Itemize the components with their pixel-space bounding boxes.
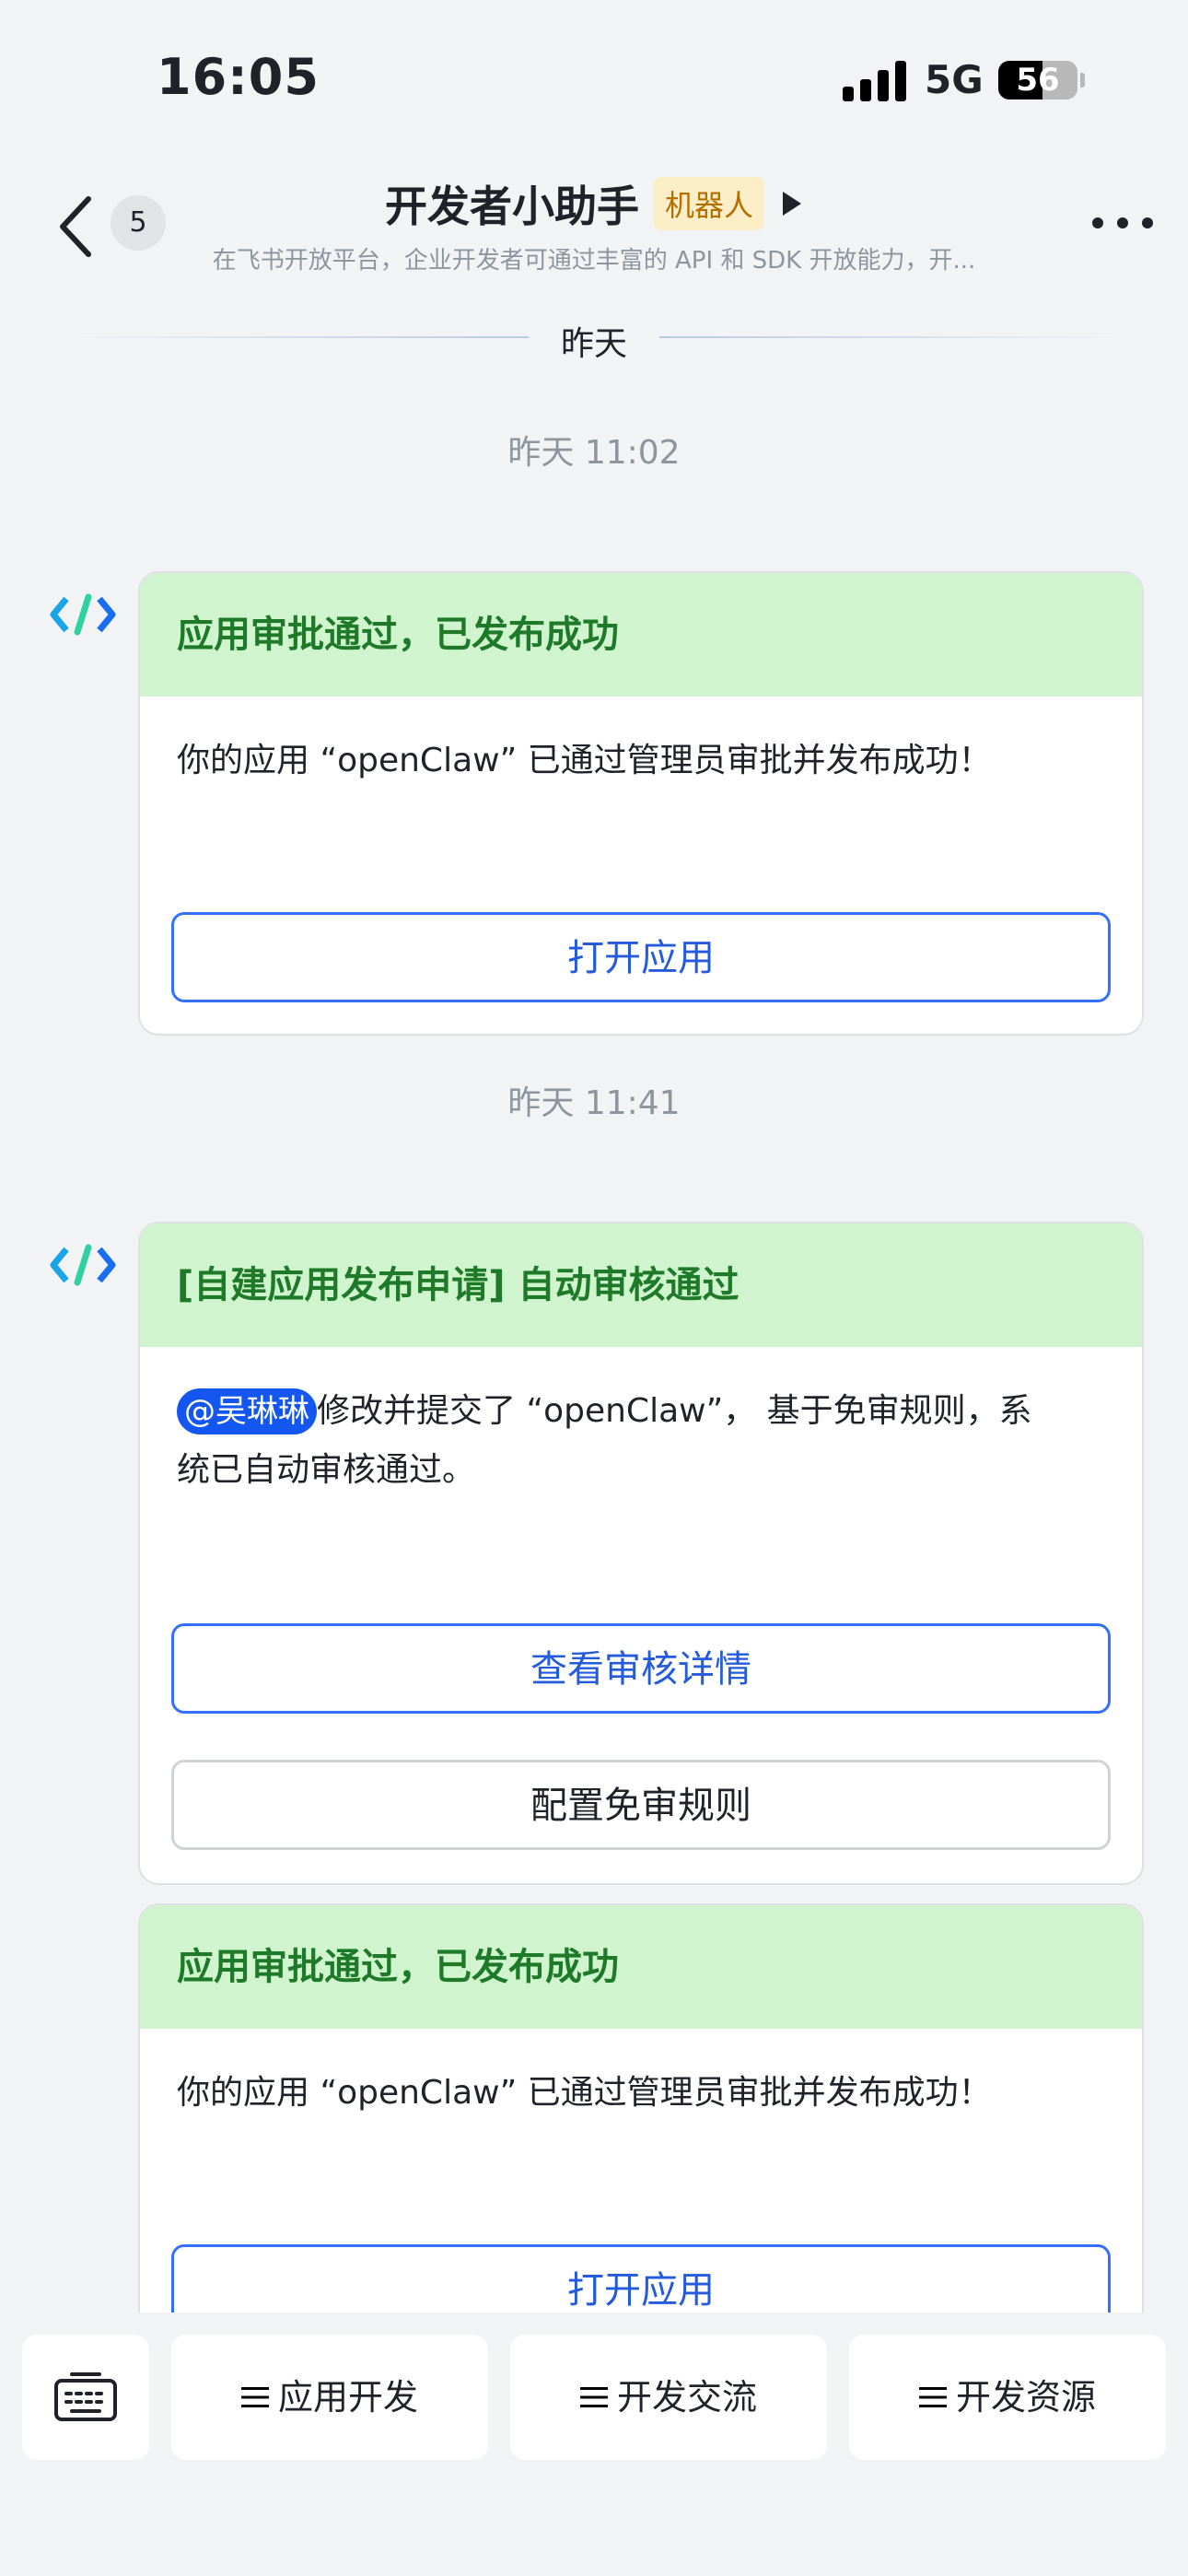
card-body: 你的应用 “openClaw” 已通过管理员审批并发布成功！ bbox=[177, 2074, 992, 2112]
bot-avatar-icon[interactable] bbox=[50, 591, 116, 638]
menu-list-icon bbox=[579, 2386, 608, 2407]
message-card: [自建应用发布申请] 自动审核通过 @吴琳琳 修改并提交了 “openClaw”，… bbox=[138, 1222, 1144, 1885]
card-body: @吴琳琳 修改并提交了 “openClaw”， 基于免审规则，系 统已自动审核通过… bbox=[140, 1347, 1142, 1500]
more-dots-icon bbox=[1092, 217, 1153, 228]
message-timestamp: 昨天 11:41 bbox=[507, 1084, 681, 1122]
title-row[interactable]: 开发者小助手 机器人 bbox=[0, 173, 1188, 234]
cellular-signal-icon bbox=[843, 59, 907, 101]
menu-item-label: 应用开发 bbox=[277, 2377, 418, 2418]
day-divider: 昨天 bbox=[55, 313, 1133, 363]
play-icon bbox=[783, 192, 801, 216]
menu-list-icon bbox=[240, 2386, 269, 2407]
menu-item-dev-community[interactable]: 开发交流 bbox=[510, 2335, 827, 2460]
card-body-line1: 修改并提交了 “openClaw”， 基于免审规则，系 bbox=[317, 1392, 1032, 1430]
open-app-button[interactable]: 打开应用 bbox=[171, 912, 1111, 1002]
card-body: 你的应用 “openClaw” 已通过管理员审批并发布成功！ bbox=[177, 742, 992, 779]
status-time: 16:05 bbox=[157, 48, 320, 106]
view-review-details-button[interactable]: 查看审核详情 bbox=[171, 1623, 1111, 1714]
more-button[interactable] bbox=[1090, 214, 1155, 232]
menu-item-app-development[interactable]: 应用开发 bbox=[171, 2335, 488, 2460]
battery-tip bbox=[1080, 73, 1085, 88]
card-title: 应用审批通过，已发布成功 bbox=[140, 1905, 1142, 2029]
card-body-line2: 统已自动审核通过。 bbox=[177, 1451, 476, 1489]
message-card: 应用审批通过，已发布成功 你的应用 “openClaw” 已通过管理员审批并发布… bbox=[138, 1903, 1144, 2313]
menu-item-dev-resources[interactable]: 开发资源 bbox=[849, 2335, 1166, 2460]
status-bar: 16:05 5G 56 bbox=[0, 0, 1188, 157]
chat-header: 5 开发者小助手 机器人 在飞书开放平台，企业开发者可通过丰富的 API 和 SD… bbox=[0, 157, 1188, 304]
menu-item-label: 开发交流 bbox=[616, 2377, 757, 2418]
bottom-menu-bar: 应用开发 开发交流 开发资源 bbox=[0, 2313, 1188, 2576]
configure-exemption-rules-button[interactable]: 配置免审规则 bbox=[171, 1760, 1111, 1850]
network-type: 5G bbox=[925, 57, 984, 102]
keyboard-toggle-button[interactable] bbox=[22, 2335, 149, 2460]
message-list[interactable]: 昨天 昨天 11:02 应用审批通过，已发布成功 你的应用 “openClaw”… bbox=[0, 304, 1188, 2313]
bot-tag: 机器人 bbox=[653, 177, 764, 230]
menu-item-label: 开发资源 bbox=[955, 2377, 1096, 2418]
mention-tag[interactable]: @吴琳琳 bbox=[177, 1388, 317, 1434]
menu-list-icon bbox=[918, 2386, 947, 2407]
battery-icon: 56 bbox=[998, 61, 1077, 100]
chat-subtitle: 在飞书开放平台，企业开发者可通过丰富的 API 和 SDK 开放能力，开... bbox=[212, 247, 976, 275]
battery-level: 56 bbox=[1016, 62, 1060, 99]
bot-avatar-icon[interactable] bbox=[50, 1242, 116, 1288]
card-title: [自建应用发布申请] 自动审核通过 bbox=[140, 1224, 1142, 1347]
keyboard-icon bbox=[54, 2372, 117, 2421]
message-card: 应用审批通过，已发布成功 你的应用 “openClaw” 已通过管理员审批并发布… bbox=[138, 571, 1144, 1036]
card-title: 应用审批通过，已发布成功 bbox=[140, 573, 1142, 697]
open-app-button[interactable]: 打开应用 bbox=[171, 2244, 1111, 2313]
day-divider-label: 昨天 bbox=[560, 325, 627, 363]
message-timestamp: 昨天 11:02 bbox=[507, 434, 681, 472]
chat-title: 开发者小助手 bbox=[384, 181, 639, 231]
